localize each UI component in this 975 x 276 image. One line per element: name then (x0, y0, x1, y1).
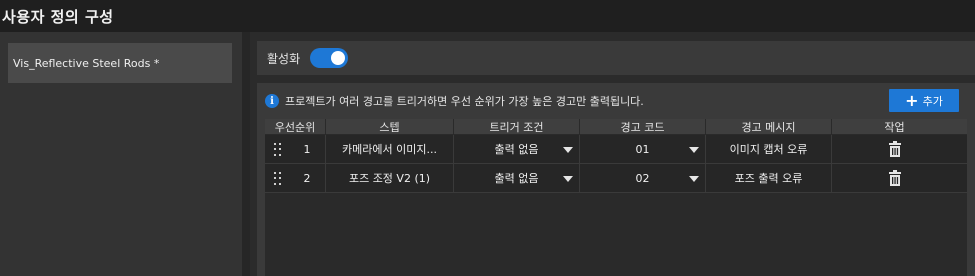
action-cell (832, 135, 957, 163)
config-panel: 활성화 i 프로젝트가 여러 경고를 트리거하면 우선 순위가 가장 높은 경고… (250, 32, 975, 276)
message-cell: 포즈 출력 오류 (706, 164, 832, 192)
table-header: 우선순위 스텝 트리거 조건 경고 코드 경고 메시지 작업 (265, 119, 967, 135)
warning-config-box: i 프로젝트가 여러 경고를 트리거하면 우선 순위가 가장 높은 경고만 출력… (257, 83, 975, 276)
code-select[interactable]: 01 (580, 135, 706, 163)
header-code: 경고 코드 (580, 119, 706, 134)
header-priority: 우선순위 (265, 119, 326, 134)
trigger-select[interactable]: 출력 없음 (454, 135, 580, 163)
panel-divider (242, 32, 250, 276)
add-button[interactable]: + 추가 (889, 89, 959, 112)
trash-icon[interactable] (888, 141, 902, 157)
header-step: 스텝 (326, 119, 454, 134)
priority-cell: 1 (265, 135, 326, 163)
table-row: 1 카메라에서 이미지... 출력 없음 01 이미지 캡처 오류 (265, 135, 967, 164)
drag-handle-icon[interactable] (274, 172, 282, 186)
priority-value: 1 (303, 142, 311, 156)
plus-icon: + (905, 90, 919, 110)
window-title: 사용자 정의 구성 (2, 7, 114, 26)
project-list-item-label: Vis_Reflective Steel Rods * (13, 56, 160, 70)
activation-toggle[interactable] (310, 48, 349, 68)
warning-table: 우선순위 스텝 트리거 조건 경고 코드 경고 메시지 작업 1 카메라에서 이… (265, 119, 967, 276)
code-value: 02 (635, 171, 650, 185)
header-message: 경고 메시지 (706, 119, 832, 134)
caret-down-icon (563, 176, 573, 182)
info-icon: i (265, 94, 279, 108)
title-bar: 사용자 정의 구성 (0, 0, 975, 32)
table-row: 2 포즈 조정 V2 (1) 출력 없음 02 포즈 출력 오류 (265, 164, 967, 193)
project-list-item[interactable]: Vis_Reflective Steel Rods * (8, 43, 232, 83)
trigger-value: 출력 없음 (494, 143, 539, 156)
caret-down-icon (689, 147, 699, 153)
trigger-select[interactable]: 출력 없음 (454, 164, 580, 192)
toggle-knob (331, 51, 346, 65)
header-trigger: 트리거 조건 (454, 119, 580, 134)
drag-handle-icon[interactable] (274, 143, 282, 157)
action-cell (832, 164, 957, 192)
header-action: 작업 (884, 120, 905, 134)
trigger-value: 출력 없음 (494, 172, 539, 185)
project-list-panel: Vis_Reflective Steel Rods * (0, 32, 242, 276)
priority-value: 2 (303, 171, 311, 185)
trash-icon[interactable] (888, 170, 902, 186)
info-row: i 프로젝트가 여러 경고를 트리거하면 우선 순위가 가장 높은 경고만 출력… (265, 89, 644, 113)
activation-label: 활성화 (267, 51, 301, 66)
caret-down-icon (563, 147, 573, 153)
info-text: 프로젝트가 여러 경고를 트리거하면 우선 순위가 가장 높은 경고만 출력됩니… (285, 95, 644, 108)
code-select[interactable]: 02 (580, 164, 706, 192)
activation-bar: 활성화 (257, 41, 975, 75)
step-cell: 포즈 조정 V2 (1) (326, 164, 454, 192)
caret-down-icon (689, 176, 699, 182)
message-cell: 이미지 캡처 오류 (706, 135, 832, 163)
priority-cell: 2 (265, 164, 326, 192)
code-value: 01 (635, 142, 650, 156)
add-button-label: 추가 (922, 94, 943, 108)
step-cell: 카메라에서 이미지... (326, 135, 454, 163)
